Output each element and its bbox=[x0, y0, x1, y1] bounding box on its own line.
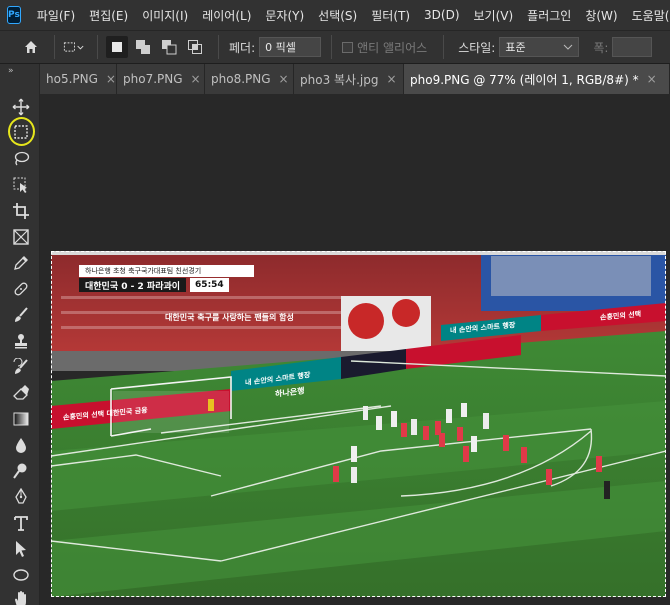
divider bbox=[331, 35, 333, 59]
eraser-icon[interactable] bbox=[10, 382, 32, 404]
add-selection-icon[interactable] bbox=[132, 36, 154, 58]
close-icon[interactable]: × bbox=[106, 72, 116, 86]
menu-image[interactable]: 이미지(I) bbox=[135, 7, 195, 24]
divider bbox=[97, 35, 98, 59]
tab-pho3-copy[interactable]: pho3 복사.jpg × bbox=[294, 64, 404, 94]
tab-pho7[interactable]: pho7.PNG × bbox=[117, 64, 205, 94]
home-icon[interactable] bbox=[20, 36, 42, 58]
clone-stamp-icon[interactable] bbox=[10, 330, 32, 352]
tab-label: pho3 복사.jpg bbox=[300, 72, 379, 87]
tab-pho9-active[interactable]: pho9.PNG @ 77% (레이어 1, RGB/8#) * × bbox=[404, 64, 670, 94]
highlight-circle bbox=[8, 117, 35, 146]
tools-panel: » bbox=[0, 64, 40, 605]
crop-icon[interactable] bbox=[10, 200, 32, 222]
tab-pho8[interactable]: pho8.PNG × bbox=[205, 64, 294, 94]
tab-label: pho7.PNG bbox=[123, 72, 183, 86]
width-input[interactable] bbox=[612, 37, 653, 57]
width-label: 폭: bbox=[593, 40, 609, 55]
divider bbox=[54, 35, 55, 59]
brush-icon[interactable] bbox=[10, 304, 32, 326]
document-tabs: ho5.PNG × pho7.PNG × pho8.PNG × pho3 복사.… bbox=[40, 64, 670, 94]
document-image[interactable]: 하나은행 초청 축구국가대표팀 친선경기 대한민국 0 - 2 파라과이 65:… bbox=[51, 251, 666, 597]
stadium-photo bbox=[51, 251, 666, 597]
antialias-checkbox[interactable] bbox=[342, 41, 354, 53]
gradient-icon[interactable] bbox=[10, 408, 32, 430]
menu-help[interactable]: 도움말(H) bbox=[625, 7, 670, 24]
subtract-selection-icon[interactable] bbox=[158, 36, 180, 58]
healing-brush-icon[interactable] bbox=[10, 278, 32, 300]
menu-bar: Ps 파일(F) 편집(E) 이미지(I) 레이어(L) 문자(Y) 선택(S)… bbox=[0, 0, 670, 30]
menu-layer[interactable]: 레이어(L) bbox=[195, 7, 258, 24]
ellipse-icon[interactable] bbox=[10, 564, 32, 586]
object-select-icon[interactable] bbox=[10, 174, 32, 196]
dodge-icon[interactable] bbox=[10, 460, 32, 482]
menu-view[interactable]: 보기(V) bbox=[467, 7, 521, 24]
tab-label: pho8.PNG bbox=[211, 72, 271, 86]
tab-label: ho5.PNG bbox=[46, 72, 98, 86]
type-icon[interactable] bbox=[10, 512, 32, 534]
divider bbox=[218, 35, 219, 59]
divider bbox=[443, 35, 445, 59]
style-label: 스타일: bbox=[458, 40, 496, 55]
new-selection-icon[interactable] bbox=[106, 36, 128, 58]
history-brush-icon[interactable] bbox=[10, 356, 32, 378]
menu-edit[interactable]: 편집(E) bbox=[82, 7, 135, 24]
menu-select[interactable]: 선택(S) bbox=[311, 7, 364, 24]
match-clock: 65:54 bbox=[190, 278, 229, 292]
scoreboard: 하나은행 초청 축구국가대표팀 친선경기 대한민국 0 - 2 파라과이 65:… bbox=[79, 265, 254, 292]
score-line: 대한민국 0 - 2 파라과이 bbox=[79, 278, 187, 292]
collapse-panel-icon[interactable]: » bbox=[8, 66, 13, 76]
menu-plugins[interactable]: 플러그인 bbox=[520, 7, 578, 24]
intersect-selection-icon[interactable] bbox=[184, 36, 206, 58]
tool-preset-picker[interactable] bbox=[63, 36, 85, 58]
move-tool-icon[interactable] bbox=[10, 96, 32, 118]
close-icon[interactable]: × bbox=[279, 72, 289, 86]
close-icon[interactable]: × bbox=[191, 72, 201, 86]
menu-file[interactable]: 파일(F) bbox=[30, 7, 82, 24]
feather-input[interactable]: 0 픽셀 bbox=[259, 37, 322, 57]
menu-type[interactable]: 문자(Y) bbox=[258, 7, 311, 24]
style-select[interactable]: 표준 bbox=[499, 37, 580, 57]
stand-banner: 대한민국 축구를 사랑하는 팬들의 함성 bbox=[165, 312, 294, 322]
path-select-icon[interactable] bbox=[10, 538, 32, 560]
match-title: 하나은행 초청 축구국가대표팀 친선경기 bbox=[79, 265, 254, 277]
style-value: 표준 bbox=[505, 41, 526, 54]
eyedropper-icon[interactable] bbox=[10, 252, 32, 274]
tab-ho5[interactable]: ho5.PNG × bbox=[40, 64, 117, 94]
tab-label: pho9.PNG @ 77% (레이어 1, RGB/8#) * bbox=[410, 72, 639, 87]
pen-icon[interactable] bbox=[10, 486, 32, 508]
close-icon[interactable]: × bbox=[386, 72, 396, 86]
menu-window[interactable]: 창(W) bbox=[578, 7, 624, 24]
menu-filter[interactable]: 필터(T) bbox=[364, 7, 417, 24]
antialias-label: 앤티 앨리어스 bbox=[357, 40, 428, 55]
options-bar: 페더: 0 픽셀 앤티 앨리어스 스타일: 표준 폭: bbox=[0, 30, 670, 64]
feather-label: 페더: bbox=[229, 40, 256, 55]
frame-icon[interactable] bbox=[10, 226, 32, 248]
chevron-down-icon bbox=[564, 44, 573, 50]
menu-3d[interactable]: 3D(D) bbox=[417, 8, 466, 22]
close-icon[interactable]: × bbox=[647, 72, 657, 86]
lasso-icon[interactable] bbox=[10, 148, 32, 170]
hand-icon[interactable] bbox=[10, 588, 32, 605]
blur-icon[interactable] bbox=[10, 434, 32, 456]
photoshop-logo[interactable]: Ps bbox=[7, 6, 21, 24]
